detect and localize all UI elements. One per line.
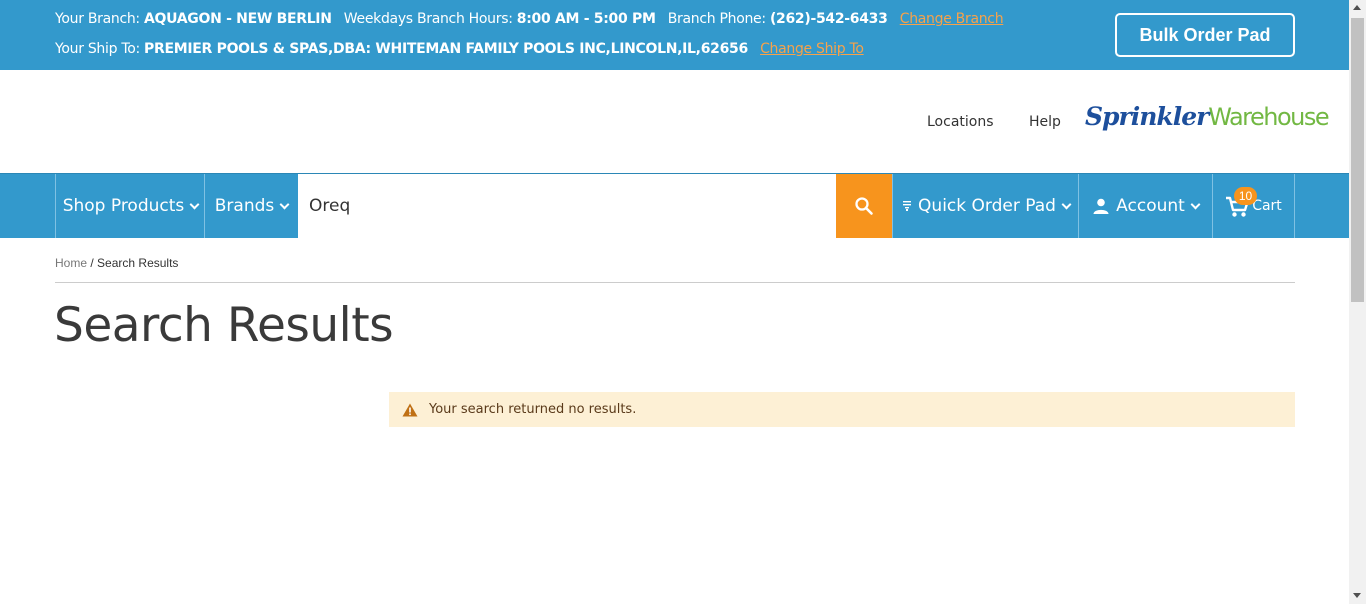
brands-label: Brands <box>214 196 275 216</box>
branch-hours: 8:00 AM - 5:00 PM <box>516 11 656 27</box>
warning-icon <box>402 403 418 417</box>
shop-products-menu[interactable]: Shop Products <box>55 174 205 238</box>
chevron-down-icon <box>1061 199 1072 209</box>
page-title: Search Results <box>54 298 394 353</box>
notice-text: Your search returned no results. <box>429 402 637 417</box>
breadcrumb: Home / Search Results <box>55 256 178 270</box>
logo-part-1: Sprinkler <box>1085 102 1209 131</box>
shipto-label: Your Ship To: <box>55 41 140 57</box>
hours-label: Weekdays Branch Hours: <box>343 11 513 27</box>
branch-name: AQUAGON - NEW BERLIN <box>144 11 332 27</box>
shop-products-label: Shop Products <box>62 196 185 216</box>
user-icon <box>1093 198 1109 214</box>
bulk-order-pad-button[interactable]: Bulk Order Pad <box>1115 13 1295 57</box>
branch-label: Your Branch: <box>55 11 140 27</box>
change-branch-link[interactable]: Change Branch <box>900 11 1004 27</box>
shipto-info-line: Your Ship To: PREMIER POOLS & SPAS,DBA: … <box>55 41 864 57</box>
search-icon <box>855 197 873 215</box>
scroll-down-arrow-icon[interactable] <box>1353 593 1361 598</box>
branch-info-line: Your Branch: AQUAGON - NEW BERLIN Weekda… <box>55 11 1004 27</box>
chevron-down-icon <box>279 199 290 209</box>
help-link[interactable]: Help <box>1029 114 1061 130</box>
branch-phone: (262)-542-6433 <box>769 11 888 27</box>
account-menu[interactable]: Account <box>1078 174 1213 238</box>
cart-button[interactable]: Cart <box>1212 174 1295 238</box>
quick-order-pad-menu[interactable]: Quick Order Pad <box>892 174 1079 238</box>
locations-link[interactable]: Locations <box>927 114 994 130</box>
cart-label: Cart <box>1252 198 1282 214</box>
quick-order-pad-label: Quick Order Pad <box>918 196 1056 216</box>
search-input[interactable] <box>298 174 836 238</box>
breadcrumb-separator: / <box>90 256 94 270</box>
breadcrumb-current: Search Results <box>97 256 179 270</box>
logo-part-2: Warehouse <box>1208 103 1329 131</box>
chevron-down-icon <box>189 199 200 209</box>
page-scrollbar[interactable] <box>1349 0 1366 604</box>
change-shipto-link[interactable]: Change Ship To <box>760 41 864 57</box>
list-icon <box>903 201 912 211</box>
sprinkler-warehouse-logo[interactable]: SprinklerWarehouse <box>1085 102 1330 131</box>
brands-menu[interactable]: Brands <box>204 174 298 238</box>
search-button[interactable] <box>836 174 892 238</box>
shipto-value: PREMIER POOLS & SPAS,DBA: WHITEMAN FAMIL… <box>144 41 748 57</box>
main-nav: Shop Products Brands Quick Order Pad Acc… <box>0 173 1349 238</box>
cart-count-badge: 10 <box>1234 187 1257 205</box>
top-info-bar: Your Branch: AQUAGON - NEW BERLIN Weekda… <box>0 0 1349 70</box>
scrollbar-thumb[interactable] <box>1351 18 1364 302</box>
no-results-notice: Your search returned no results. <box>389 392 1295 427</box>
divider <box>55 282 1295 283</box>
phone-label: Branch Phone: <box>667 11 766 27</box>
scroll-up-arrow-icon[interactable] <box>1353 5 1361 10</box>
site-header: Locations Help SprinklerWarehouse <box>0 70 1349 173</box>
account-label: Account <box>1116 196 1185 216</box>
breadcrumb-home-link[interactable]: Home <box>55 256 87 270</box>
chevron-down-icon <box>1190 199 1201 209</box>
